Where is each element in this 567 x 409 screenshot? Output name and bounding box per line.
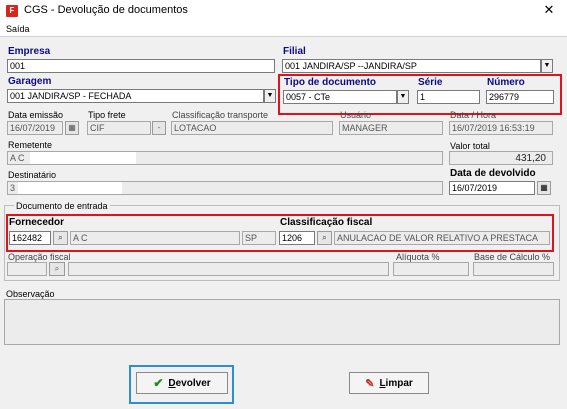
devolver-button[interactable]: ✔ Devolver (136, 372, 228, 394)
close-icon[interactable]: ✕ (541, 1, 557, 19)
app-icon: F (6, 5, 18, 17)
operacao-fiscal-label: Operação fiscal (8, 252, 71, 262)
garagem-chevron-down-icon[interactable]: ▼ (264, 89, 276, 103)
classificacao-fiscal-code-input[interactable]: 1206 (279, 231, 315, 245)
observacao-textarea (4, 299, 560, 345)
garagem-label: Garagem (8, 76, 52, 87)
usuario-input: MANAGER (339, 121, 443, 135)
tipo-documento-chevron-down-icon[interactable]: ▼ (397, 90, 409, 104)
numero-label: Número (487, 77, 525, 88)
remetente-label: Remetente (8, 140, 53, 150)
filial-label: Filial (283, 46, 306, 57)
tipo-frete-input: CIF (87, 121, 151, 135)
limpar-button[interactable]: ✎ Limpar (349, 372, 429, 394)
eraser-icon: ✎ (365, 377, 375, 390)
usuario-label: Usuário (340, 110, 372, 120)
tipo-frete-button: - (152, 121, 166, 135)
serie-label: Série (418, 77, 443, 88)
valor-total-label: Valor total (450, 141, 490, 151)
data-emissao-calendar-icon: ▦ (65, 121, 79, 135)
fornecedor-uf-input: SP (242, 231, 276, 245)
window-title: CGS - Devolução de documentos (24, 4, 188, 16)
base-calculo-input (473, 262, 554, 276)
devolver-label: Devolver (168, 377, 211, 389)
documento-entrada-label: Documento de entrada (14, 201, 110, 211)
operacao-fiscal-binoculars-icon: ⌕ (49, 262, 65, 276)
filial-select[interactable]: 001 JANDIRA/SP --JANDIRA/SP (282, 59, 541, 73)
check-icon: ✔ (153, 376, 164, 390)
classificacao-fiscal-description-input: ANULACAO DE VALOR RELATIVO A PRESTACA (334, 231, 550, 245)
fornecedor-code-input[interactable]: 162482 (9, 231, 51, 245)
operacao-fiscal-code-input (7, 262, 47, 276)
classificacao-transporte-input: LOTACAO (171, 121, 333, 135)
classificacao-fiscal-binoculars-icon[interactable]: ⌕ (317, 231, 332, 245)
destinatario-redacted (18, 182, 122, 194)
valor-total-input: 431,20 (449, 151, 553, 165)
serie-input[interactable]: 1 (417, 90, 480, 104)
empresa-input[interactable]: 001 (7, 59, 275, 73)
empresa-label: Empresa (8, 46, 51, 57)
base-calculo-label: Base de Cálculo % (474, 252, 551, 262)
remetente-redacted (30, 152, 136, 164)
classificacao-transporte-label: Classificação transporte (172, 110, 269, 120)
fornecedor-label: Fornecedor (9, 217, 65, 228)
destinatario-label: Destinatário (8, 170, 57, 180)
filial-chevron-down-icon[interactable]: ▼ (541, 59, 553, 73)
tipo-frete-label: Tipo frete (88, 110, 126, 120)
aliquota-input (393, 262, 469, 276)
menu-bar (0, 22, 567, 36)
data-devolvido-input[interactable]: 16/07/2019 (449, 181, 535, 195)
observacao-label: Observação (6, 289, 55, 299)
classificacao-fiscal-label: Classificação fiscal (280, 217, 373, 228)
data-hora-input: 16/07/2019 16:53:19 (449, 121, 553, 135)
limpar-label: Limpar (379, 377, 413, 389)
tipo-documento-select[interactable]: 0057 - CTe (283, 90, 397, 104)
fornecedor-binoculars-icon[interactable]: ⌕ (53, 231, 68, 245)
data-emissao-input: 16/07/2019 (7, 121, 63, 135)
numero-input[interactable]: 296779 (486, 90, 554, 104)
data-devolvido-calendar-icon[interactable]: ▦ (537, 181, 551, 195)
operacao-fiscal-description-input (68, 262, 389, 276)
fornecedor-name-input: A C (70, 231, 240, 245)
data-emissao-label: Data emissão (8, 110, 64, 120)
menu-divider (0, 36, 567, 37)
menu-item-saida[interactable]: Saída (6, 24, 30, 34)
tipo-documento-label: Tipo de documento (284, 77, 377, 88)
data-devolvido-label: Data de devolvido (450, 168, 536, 179)
aliquota-label: Alíquota % (396, 252, 440, 262)
garagem-select[interactable]: 001 JANDIRA/SP - FECHADA (7, 89, 264, 103)
data-hora-label: Data / Hora (450, 110, 497, 120)
